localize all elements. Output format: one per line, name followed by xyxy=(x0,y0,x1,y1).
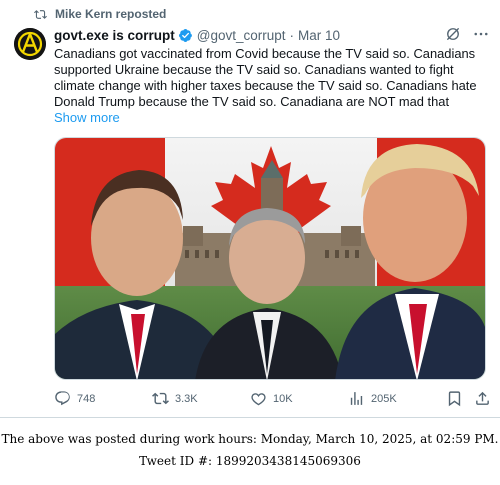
like-count: 10K xyxy=(273,392,293,405)
tweet-media[interactable] xyxy=(54,137,486,380)
reply-button[interactable]: 748 xyxy=(54,390,95,407)
posted-time-caption: The above was posted during work hours: … xyxy=(1,432,499,446)
separator-dot: · xyxy=(289,27,295,43)
views-button[interactable]: 205K xyxy=(348,390,397,407)
bar-chart-icon xyxy=(350,392,363,405)
tweet-actions: 748 3.3K 10K 205K xyxy=(54,390,490,410)
author-name[interactable]: govt.exe is corrupt xyxy=(54,28,175,43)
repost-icon xyxy=(34,9,47,19)
anarchy-logo-icon xyxy=(14,28,46,60)
reply-count: 748 xyxy=(77,392,96,405)
reply-icon xyxy=(55,391,70,406)
caption-footer: The above was posted during work hours: … xyxy=(0,418,500,485)
avatar[interactable] xyxy=(14,28,46,60)
views-count: 205K xyxy=(371,392,397,405)
like-button[interactable]: 10K xyxy=(250,390,293,407)
tweet-text: Canadians got vaccinated from Covid beca… xyxy=(54,46,477,109)
author-handle[interactable]: @govt_corrupt xyxy=(197,28,286,43)
grok-icon[interactable] xyxy=(444,25,462,43)
repost-count: 3.3K xyxy=(175,392,198,405)
share-icon xyxy=(476,391,489,405)
tweet-header: govt.exe is corrupt @govt_corrupt · Mar … xyxy=(54,26,486,44)
repost-text[interactable]: Mike Kern reposted xyxy=(55,7,166,21)
header-actions xyxy=(444,25,490,43)
share-button[interactable] xyxy=(474,390,497,407)
repost-button[interactable]: 3.3K xyxy=(152,390,198,407)
politicians-photo-icon xyxy=(55,138,485,379)
verified-badge-icon xyxy=(178,28,192,42)
bookmark-icon xyxy=(448,391,461,407)
retweet-icon xyxy=(152,392,169,405)
tweet-date[interactable]: Mar 10 xyxy=(298,28,340,43)
repost-indicator: Mike Kern reposted xyxy=(34,6,166,22)
tweet-id-caption: Tweet ID #: 1899203438145069306 xyxy=(139,454,361,468)
more-options-icon[interactable] xyxy=(472,25,490,43)
bookmark-button[interactable] xyxy=(446,390,469,407)
show-more-link[interactable]: Show more xyxy=(54,110,120,125)
heart-icon xyxy=(251,393,266,406)
tweet-card[interactable]: Mike Kern reposted govt.exe is corrupt @… xyxy=(0,0,500,418)
